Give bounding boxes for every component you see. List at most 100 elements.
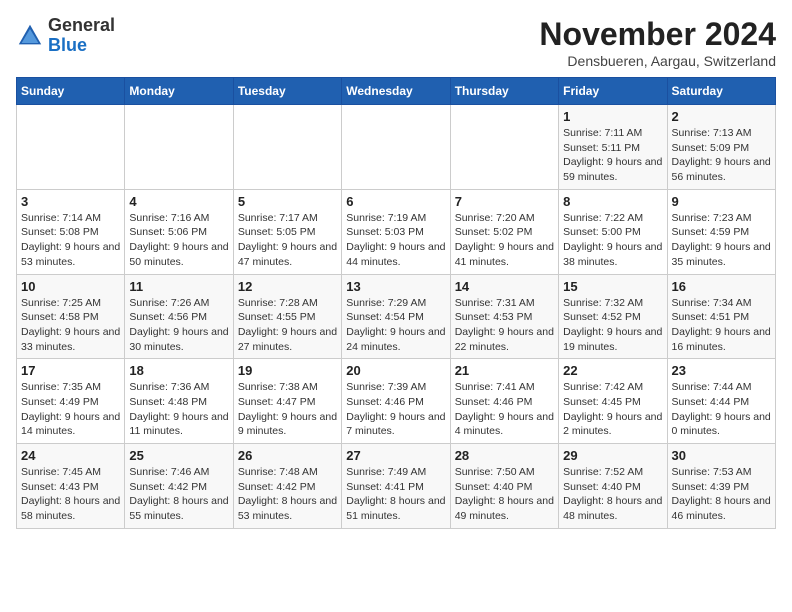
day-number: 1	[563, 109, 662, 124]
day-header-friday: Friday	[559, 78, 667, 105]
calendar-cell: 16 Sunrise: 7:34 AMSunset: 4:51 PMDayligh…	[667, 274, 775, 359]
day-info: Sunrise: 7:50 AMSunset: 4:40 PMDaylight:…	[455, 465, 554, 524]
day-info: Sunrise: 7:39 AMSunset: 4:46 PMDaylight:…	[346, 380, 445, 439]
day-info: Sunrise: 7:11 AMSunset: 5:11 PMDaylight:…	[563, 126, 662, 185]
day-info: Sunrise: 7:35 AMSunset: 4:49 PMDaylight:…	[21, 380, 120, 439]
calendar-cell: 2Sunrise: 7:13 AMSunset: 5:09 PMDaylight…	[667, 105, 775, 190]
day-info: Sunrise: 7:36 AMSunset: 4:48 PMDaylight:…	[129, 380, 228, 439]
logo-icon	[16, 22, 44, 50]
calendar-cell	[17, 105, 125, 190]
calendar-cell: 30 Sunrise: 7:53 AMSunset: 4:39 PMDayligh…	[667, 444, 775, 529]
day-number: 13	[346, 279, 445, 294]
day-info: Sunrise: 7:26 AMSunset: 4:56 PMDaylight:…	[129, 296, 228, 355]
day-number: 2	[672, 109, 771, 124]
day-info: Sunrise: 7:48 AMSunset: 4:42 PMDaylight:…	[238, 465, 337, 524]
day-number: 26	[238, 448, 337, 463]
calendar-week-row: 1 Sunrise: 7:11 AMSunset: 5:11 PMDaylight…	[17, 105, 776, 190]
calendar-body: 1 Sunrise: 7:11 AMSunset: 5:11 PMDaylight…	[17, 105, 776, 529]
day-number: 24	[21, 448, 120, 463]
day-header-wednesday: Wednesday	[342, 78, 450, 105]
header-row: SundayMondayTuesdayWednesdayThursdayFrid…	[17, 78, 776, 105]
logo: General Blue	[16, 16, 115, 56]
calendar-cell: 8 Sunrise: 7:22 AMSunset: 5:00 PMDaylight…	[559, 189, 667, 274]
day-number: 10	[21, 279, 120, 294]
day-header-sunday: Sunday	[17, 78, 125, 105]
page-header: General Blue November 2024 Densbueren, A…	[16, 16, 776, 69]
day-number: 21	[455, 363, 554, 378]
logo-text-general: General	[48, 16, 115, 36]
calendar-cell: 26 Sunrise: 7:48 AMSunset: 4:42 PMDayligh…	[233, 444, 341, 529]
day-header-tuesday: Tuesday	[233, 78, 341, 105]
day-info: Sunrise: 7:22 AMSunset: 5:00 PMDaylight:…	[563, 211, 662, 270]
day-number: 9	[672, 194, 771, 209]
calendar-cell: 24 Sunrise: 7:45 AMSunset: 4:43 PMDayligh…	[17, 444, 125, 529]
day-number: 4	[129, 194, 228, 209]
title-area: November 2024 Densbueren, Aargau, Switze…	[539, 16, 776, 69]
calendar-cell: 17 Sunrise: 7:35 AMSunset: 4:49 PMDayligh…	[17, 359, 125, 444]
day-number: 27	[346, 448, 445, 463]
day-info: Sunrise: 7:34 AMSunset: 4:51 PMDaylight:…	[672, 296, 771, 355]
day-number: 23	[672, 363, 771, 378]
day-number: 29	[563, 448, 662, 463]
calendar-table: SundayMondayTuesdayWednesdayThursdayFrid…	[16, 77, 776, 529]
day-header-thursday: Thursday	[450, 78, 558, 105]
calendar-cell: 1 Sunrise: 7:11 AMSunset: 5:11 PMDaylight…	[559, 105, 667, 190]
day-number: 12	[238, 279, 337, 294]
day-info: Sunrise: 7:17 AMSunset: 5:05 PMDaylight:…	[238, 211, 337, 270]
day-number: 22	[563, 363, 662, 378]
calendar-cell: 7 Sunrise: 7:20 AMSunset: 5:02 PMDaylight…	[450, 189, 558, 274]
day-number: 17	[21, 363, 120, 378]
calendar-cell: 29Sunrise: 7:52 AMSunset: 4:40 PMDayligh…	[559, 444, 667, 529]
day-number: 28	[455, 448, 554, 463]
calendar-cell: 14 Sunrise: 7:31 AMSunset: 4:53 PMDayligh…	[450, 274, 558, 359]
day-info: Sunrise: 7:25 AMSunset: 4:58 PMDaylight:…	[21, 296, 120, 355]
calendar-week-row: 24 Sunrise: 7:45 AMSunset: 4:43 PMDayligh…	[17, 444, 776, 529]
day-info: Sunrise: 7:53 AMSunset: 4:39 PMDaylight:…	[672, 465, 771, 524]
calendar-cell: 12Sunrise: 7:28 AMSunset: 4:55 PMDayligh…	[233, 274, 341, 359]
day-number: 18	[129, 363, 228, 378]
calendar-cell: 5Sunrise: 7:17 AMSunset: 5:05 PMDaylight…	[233, 189, 341, 274]
day-number: 6	[346, 194, 445, 209]
calendar-cell: 27 Sunrise: 7:49 AMSunset: 4:41 PMDayligh…	[342, 444, 450, 529]
calendar-cell: 11 Sunrise: 7:26 AMSunset: 4:56 PMDayligh…	[125, 274, 233, 359]
day-number: 7	[455, 194, 554, 209]
day-info: Sunrise: 7:38 AMSunset: 4:47 PMDaylight:…	[238, 380, 337, 439]
day-info: Sunrise: 7:14 AMSunset: 5:08 PMDaylight:…	[21, 211, 120, 270]
day-info: Sunrise: 7:49 AMSunset: 4:41 PMDaylight:…	[346, 465, 445, 524]
calendar-cell	[125, 105, 233, 190]
calendar-cell: 23Sunrise: 7:44 AMSunset: 4:44 PMDayligh…	[667, 359, 775, 444]
day-number: 30	[672, 448, 771, 463]
calendar-cell: 15 Sunrise: 7:32 AMSunset: 4:52 PMDayligh…	[559, 274, 667, 359]
day-info: Sunrise: 7:45 AMSunset: 4:43 PMDaylight:…	[21, 465, 120, 524]
calendar-week-row: 17 Sunrise: 7:35 AMSunset: 4:49 PMDayligh…	[17, 359, 776, 444]
day-info: Sunrise: 7:31 AMSunset: 4:53 PMDaylight:…	[455, 296, 554, 355]
day-info: Sunrise: 7:20 AMSunset: 5:02 PMDaylight:…	[455, 211, 554, 270]
calendar-cell: 18 Sunrise: 7:36 AMSunset: 4:48 PMDayligh…	[125, 359, 233, 444]
calendar-cell: 9 Sunrise: 7:23 AMSunset: 4:59 PMDaylight…	[667, 189, 775, 274]
calendar-cell: 13Sunrise: 7:29 AMSunset: 4:54 PMDayligh…	[342, 274, 450, 359]
calendar-cell: 25Sunrise: 7:46 AMSunset: 4:42 PMDayligh…	[125, 444, 233, 529]
day-info: Sunrise: 7:23 AMSunset: 4:59 PMDaylight:…	[672, 211, 771, 270]
calendar-cell: 28 Sunrise: 7:50 AMSunset: 4:40 PMDayligh…	[450, 444, 558, 529]
day-info: Sunrise: 7:32 AMSunset: 4:52 PMDaylight:…	[563, 296, 662, 355]
calendar-cell	[450, 105, 558, 190]
calendar-cell: 10 Sunrise: 7:25 AMSunset: 4:58 PMDayligh…	[17, 274, 125, 359]
day-info: Sunrise: 7:41 AMSunset: 4:46 PMDaylight:…	[455, 380, 554, 439]
calendar-cell: 4 Sunrise: 7:16 AMSunset: 5:06 PMDaylight…	[125, 189, 233, 274]
day-number: 15	[563, 279, 662, 294]
day-number: 14	[455, 279, 554, 294]
day-number: 8	[563, 194, 662, 209]
calendar-cell: 3 Sunrise: 7:14 AMSunset: 5:08 PMDaylight…	[17, 189, 125, 274]
day-number: 3	[21, 194, 120, 209]
day-info: Sunrise: 7:19 AMSunset: 5:03 PMDaylight:…	[346, 211, 445, 270]
day-info: Sunrise: 7:46 AMSunset: 4:42 PMDaylight:…	[129, 465, 228, 524]
calendar-cell	[233, 105, 341, 190]
day-number: 16	[672, 279, 771, 294]
month-title: November 2024	[539, 16, 776, 53]
day-info: Sunrise: 7:16 AMSunset: 5:06 PMDaylight:…	[129, 211, 228, 270]
calendar-cell: 6 Sunrise: 7:19 AMSunset: 5:03 PMDaylight…	[342, 189, 450, 274]
logo-text-blue: Blue	[48, 36, 115, 56]
day-header-monday: Monday	[125, 78, 233, 105]
location-title: Densbueren, Aargau, Switzerland	[539, 53, 776, 69]
day-number: 11	[129, 279, 228, 294]
